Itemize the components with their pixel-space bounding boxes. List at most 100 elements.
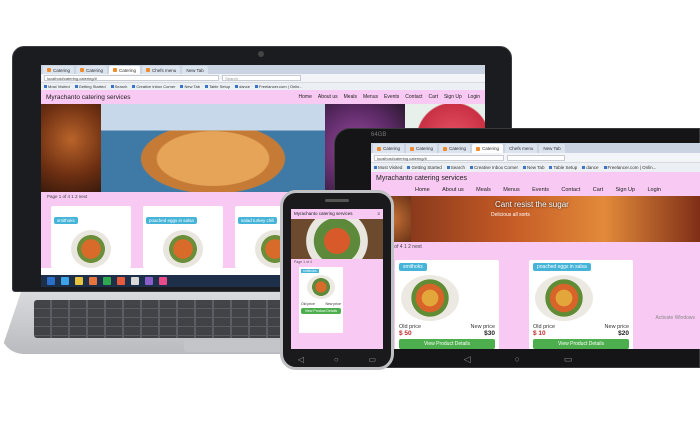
nav-login[interactable]: Login [647, 187, 660, 193]
browser-tab[interactable]: Chefs menu [505, 144, 538, 153]
product-title[interactable]: smithoks [301, 269, 319, 273]
nav-events[interactable]: Events [532, 187, 549, 193]
bookmark[interactable]: Most Visited [44, 84, 70, 89]
firefox-icon[interactable] [117, 277, 125, 285]
pagination[interactable]: Page 1 of 4 1 2 next [371, 242, 700, 252]
tab-label: Catering [86, 67, 104, 73]
search-field[interactable]: Search [222, 75, 302, 81]
bookmark[interactable]: Search [111, 84, 128, 89]
browser-tab[interactable]: Catering [406, 144, 438, 153]
pagination[interactable]: Page 1 of 4 [291, 259, 383, 265]
hero-caption: Cant resist the sugar [495, 200, 569, 209]
nav-meals[interactable]: Meals [476, 187, 491, 193]
nav-login[interactable]: Login [468, 94, 480, 100]
view-details-button[interactable]: View Product Details [399, 339, 495, 349]
bookmark[interactable]: Table Setup [549, 165, 577, 170]
nav-home[interactable]: Home [299, 94, 312, 100]
nav-cart[interactable]: Cart [593, 187, 603, 193]
nav-signup[interactable]: Sign Up [444, 94, 462, 100]
recents-icon[interactable]: ▭ [564, 354, 573, 366]
browser-tab[interactable]: Catering [43, 66, 75, 74]
bookmark[interactable]: Creative Inbox Corner [132, 84, 175, 89]
bookmark[interactable]: New Tab [180, 84, 200, 89]
app-icon[interactable] [159, 277, 167, 285]
product-card[interactable]: smithoks [51, 206, 131, 268]
home-icon[interactable]: ○ [514, 354, 519, 366]
back-icon[interactable]: ◁ [298, 355, 304, 364]
bookmark[interactable]: Creative Inbox Corner [470, 165, 518, 170]
old-price: $ 10 [533, 330, 546, 337]
tab-label: New Tab [543, 146, 561, 151]
bookmark[interactable]: Freelancer.com | Onlin... [255, 84, 303, 89]
bookmark[interactable]: Table Setup [205, 84, 230, 89]
nav-menus[interactable]: Menus [503, 187, 520, 193]
nav-meals[interactable]: Meals [344, 94, 357, 100]
phone-speaker [325, 199, 349, 202]
bookmark[interactable]: New Tab [523, 165, 544, 170]
bookmark[interactable]: Most Visited [374, 165, 402, 170]
back-icon[interactable]: ◁ [464, 354, 471, 366]
url-field[interactable]: localhost/catering.catering/# [44, 75, 220, 81]
photoshop-icon[interactable] [47, 277, 55, 285]
browser-tab[interactable]: Catering [373, 144, 405, 153]
nav-home[interactable]: Home [415, 187, 430, 193]
menu-icon[interactable]: ≡ [377, 211, 380, 217]
url-field[interactable]: localhost/catering.catering/# [374, 154, 504, 161]
bookmark[interactable]: Freelancer.com | Onlin... [604, 165, 657, 170]
nav-events[interactable]: Events [384, 94, 399, 100]
product-card[interactable]: smithoks Old price New price $ 50 $30 View… [395, 260, 499, 349]
product-title[interactable]: poached eggs in salsa [533, 263, 591, 271]
tab-label: New Tab [186, 67, 204, 73]
old-price: $ 50 [399, 330, 412, 337]
hero-image[interactable] [291, 219, 383, 259]
browser-tab[interactable]: Chefs menu [142, 66, 181, 74]
folder-icon[interactable] [75, 277, 83, 285]
product-card[interactable]: poached eggs in salsa [143, 206, 223, 268]
ie-icon[interactable] [61, 277, 69, 285]
view-details-button[interactable]: View Product Details [301, 308, 341, 314]
bookmark[interactable]: Search [447, 165, 465, 170]
search-field[interactable] [506, 154, 565, 161]
browser-tab-active[interactable]: Catering [472, 144, 504, 153]
browser-tab[interactable]: New Tab [182, 66, 208, 74]
nav-about[interactable]: About us [318, 94, 338, 100]
bookmark[interactable]: Getting Started [75, 84, 106, 89]
nav-contact[interactable]: Contact [561, 187, 580, 193]
excel-icon[interactable] [103, 277, 111, 285]
price-labels: Old price New price [301, 302, 341, 306]
nav-contact[interactable]: Contact [405, 94, 422, 100]
product-card[interactable]: smithoks Old price New price View Product… [299, 267, 343, 333]
site-brand[interactable]: Myrachanto catering services [46, 94, 131, 101]
new-price: $20 [618, 330, 629, 337]
view-details-button[interactable]: View Product Details [533, 339, 629, 349]
product-title[interactable]: smithoks [54, 217, 78, 224]
app-icon[interactable] [145, 277, 153, 285]
bookmark[interactable]: Getting Started [407, 165, 441, 170]
home-icon[interactable]: ○ [334, 355, 339, 364]
nav-signup[interactable]: Sign Up [616, 187, 636, 193]
browser-tab[interactable]: New Tab [539, 144, 565, 153]
devices-mockup: Catering Catering Catering Chefs menu Ne… [0, 0, 700, 429]
browser-tab[interactable]: Catering [76, 66, 108, 74]
website: Myrachanto catering services Home About … [371, 172, 700, 349]
site-brand[interactable]: Myrachanto catering services [294, 211, 353, 217]
browser-tab-active[interactable]: Catering [109, 66, 141, 74]
chrome-icon[interactable] [131, 277, 139, 285]
hero-carousel[interactable]: Cant resist the sugar Delicious all sort… [371, 196, 700, 242]
bookmark[interactable]: dance [235, 84, 250, 89]
product-title[interactable]: poached eggs in salsa [146, 217, 197, 224]
nav-about[interactable]: About us [442, 187, 464, 193]
phone-nav-buttons: ◁ ○ ▭ [283, 355, 391, 364]
recents-icon[interactable]: ▭ [369, 355, 377, 364]
media-icon[interactable] [89, 277, 97, 285]
bookmark[interactable]: dance [582, 165, 598, 170]
webcam [258, 51, 264, 57]
site-brand[interactable]: Myrachanto catering services [376, 175, 467, 182]
browser-tab[interactable]: Catering [439, 144, 471, 153]
nav-menus[interactable]: Menus [363, 94, 378, 100]
product-card[interactable]: poached eggs in salsa Old price New price… [529, 260, 633, 349]
product-title[interactable]: salad turkey chili [238, 217, 278, 224]
product-title[interactable]: smithoks [399, 263, 427, 271]
nav-cart[interactable]: Cart [429, 94, 438, 100]
favicon-icon [47, 68, 51, 72]
